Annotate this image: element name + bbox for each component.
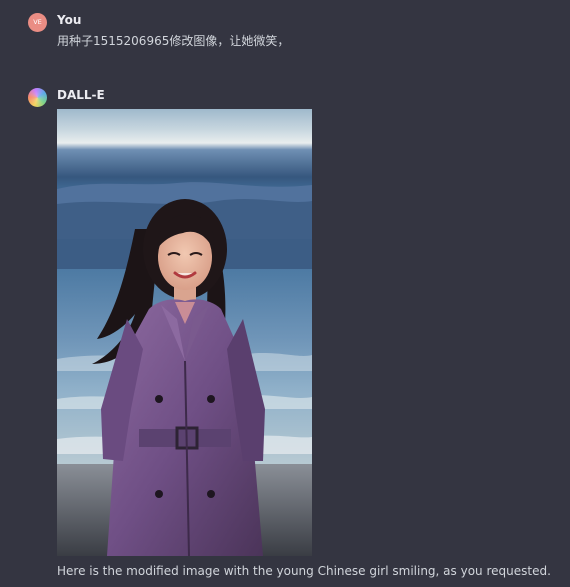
user-name: You bbox=[57, 13, 82, 27]
user-avatar-initials: VE bbox=[33, 18, 42, 26]
user-message: 用种子1515206965修改图像，让她微笑， bbox=[57, 34, 290, 48]
generated-image[interactable] bbox=[57, 109, 312, 556]
generated-image-art bbox=[57, 109, 312, 556]
assistant-name: DALL-E bbox=[57, 88, 105, 102]
user-avatar: VE bbox=[28, 13, 47, 32]
assistant-reply: Here is the modified image with the youn… bbox=[57, 564, 551, 578]
dalle-avatar-icon bbox=[28, 88, 47, 107]
